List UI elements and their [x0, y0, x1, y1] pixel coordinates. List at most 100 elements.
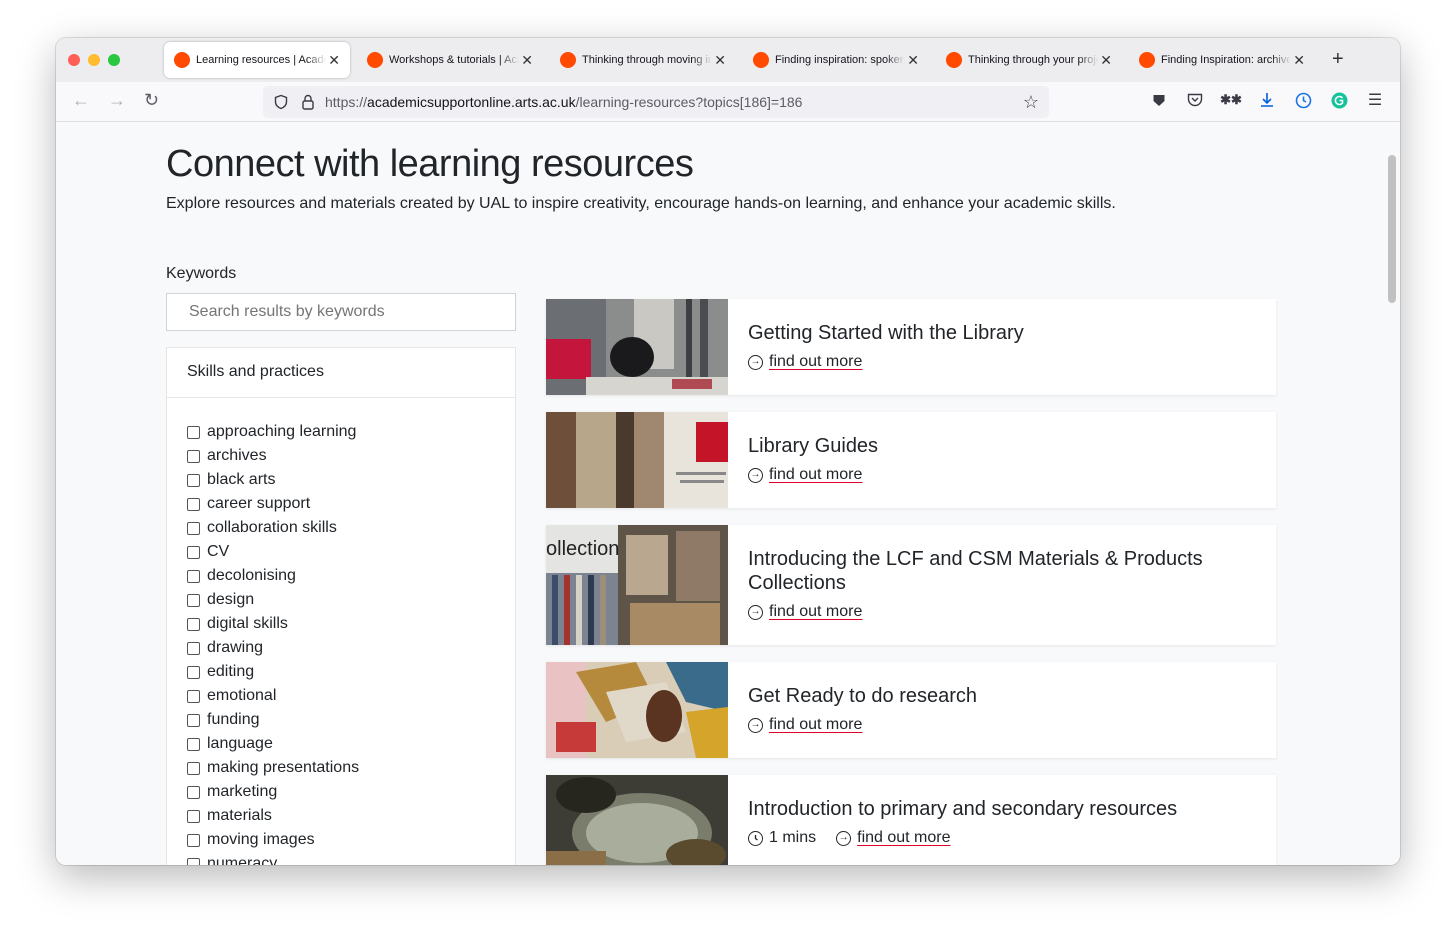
- tab-moving-images[interactable]: Thinking through moving images ✕: [550, 42, 736, 78]
- filter-option[interactable]: decolonising: [187, 564, 495, 588]
- filter-checkbox[interactable]: [187, 857, 200, 865]
- resource-card[interactable]: Getting Started with the Library → find …: [546, 299, 1276, 395]
- minimize-window-button[interactable]: [88, 54, 100, 66]
- find-out-more-link[interactable]: find out more: [769, 353, 862, 371]
- resource-card[interactable]: Introduction to primary and secondary re…: [546, 775, 1276, 865]
- filter-checkbox[interactable]: [187, 569, 200, 583]
- keyword-search-input[interactable]: [166, 293, 516, 331]
- filter-option[interactable]: editing: [187, 660, 495, 684]
- keywords-label: Keywords: [166, 265, 237, 282]
- favicon-icon: [174, 52, 190, 68]
- clock-extension-icon[interactable]: [1294, 91, 1312, 109]
- page-intro: Explore resources and materials created …: [166, 195, 1116, 212]
- filter-checkbox[interactable]: [187, 785, 200, 799]
- filter-option[interactable]: moving images: [187, 828, 495, 852]
- duration: 1 mins: [748, 829, 816, 847]
- filter-option[interactable]: materials: [187, 804, 495, 828]
- page-content: Connect with learning resources Explore …: [56, 123, 1400, 865]
- filter-checkbox[interactable]: [187, 665, 200, 679]
- filter-checkbox[interactable]: [187, 809, 200, 823]
- close-tab-icon[interactable]: ✕: [907, 52, 919, 69]
- tab-workshops[interactable]: Workshops & tutorials | Academic Support…: [357, 42, 543, 78]
- download-icon[interactable]: [1258, 91, 1276, 109]
- new-tab-icon[interactable]: +: [1332, 48, 1344, 71]
- tab-project[interactable]: Thinking through your project ✕: [936, 42, 1122, 78]
- resource-card[interactable]: Get Ready to do research → find out more: [546, 662, 1276, 758]
- url-host: academicsupportonline.arts.ac.uk: [367, 94, 576, 110]
- filter-checkbox[interactable]: [187, 833, 200, 847]
- address-bar[interactable]: https://academicsupportonline.arts.ac.uk…: [263, 86, 1049, 118]
- find-out-more-link[interactable]: find out more: [857, 829, 950, 847]
- filter-checkbox[interactable]: [187, 449, 200, 463]
- resource-card[interactable]: ollection Introducing the LCF and CSM Ma…: [546, 525, 1276, 645]
- filter-checkbox[interactable]: [187, 425, 200, 439]
- close-tab-icon[interactable]: ✕: [1293, 52, 1305, 69]
- zoom-window-button[interactable]: [108, 54, 120, 66]
- card-meta: → find out more: [748, 603, 1216, 621]
- filter-label: drawing: [207, 639, 264, 656]
- card-body: Introduction to primary and secondary re…: [748, 797, 1216, 847]
- filter-option[interactable]: marketing: [187, 780, 495, 804]
- find-out-more-link[interactable]: find out more: [769, 466, 862, 484]
- forward-arrow-icon[interactable]: →: [108, 90, 126, 111]
- thumbnail-sign-text: ollection: [546, 538, 619, 560]
- filter-option[interactable]: funding: [187, 708, 495, 732]
- grammarly-icon[interactable]: [1330, 91, 1348, 109]
- back-arrow-icon[interactable]: ←: [72, 90, 90, 111]
- menu-hamburger-icon[interactable]: ☰: [1366, 91, 1384, 109]
- tab-spoken-word[interactable]: Finding inspiration: spoken word ✕: [743, 42, 929, 78]
- shield-icon[interactable]: [273, 94, 289, 110]
- filter-checkbox[interactable]: [187, 521, 200, 535]
- filter-option[interactable]: approaching learning: [187, 420, 495, 444]
- card-body: Get Ready to do research → find out more: [748, 684, 1216, 734]
- close-tab-icon[interactable]: ✕: [521, 52, 533, 69]
- close-tab-icon[interactable]: ✕: [1100, 52, 1112, 69]
- find-out-more-link[interactable]: find out more: [769, 716, 862, 734]
- filter-option[interactable]: making presentations: [187, 756, 495, 780]
- close-window-button[interactable]: [68, 54, 80, 66]
- lock-icon[interactable]: [301, 94, 315, 110]
- filter-option[interactable]: career support: [187, 492, 495, 516]
- close-tab-icon[interactable]: ✕: [328, 52, 340, 69]
- filter-checkbox[interactable]: [187, 593, 200, 607]
- filter-label: archives: [207, 447, 267, 464]
- resource-title: Getting Started with the Library: [748, 322, 1024, 344]
- filter-option[interactable]: language: [187, 732, 495, 756]
- filter-option[interactable]: emotional: [187, 684, 495, 708]
- filter-checkbox[interactable]: [187, 761, 200, 775]
- filter-option[interactable]: archives: [187, 444, 495, 468]
- filter-checkbox[interactable]: [187, 545, 200, 559]
- extension-dots-icon[interactable]: ✱✱: [1220, 91, 1242, 109]
- filter-label: collaboration skills: [207, 519, 337, 536]
- pocket-icon[interactable]: [1186, 91, 1204, 109]
- filter-label: moving images: [207, 831, 315, 848]
- filter-checkbox[interactable]: [187, 689, 200, 703]
- filter-checkbox[interactable]: [187, 617, 200, 631]
- filter-checkbox[interactable]: [187, 641, 200, 655]
- tab-archives[interactable]: Finding Inspiration: archives ✕: [1129, 42, 1315, 78]
- find-out-more-link[interactable]: find out more: [769, 603, 862, 621]
- filter-option[interactable]: drawing: [187, 636, 495, 660]
- page-scrollbar[interactable]: [1388, 155, 1396, 303]
- tab-title: Thinking through moving images: [582, 54, 712, 66]
- filter-option[interactable]: digital skills: [187, 612, 495, 636]
- tab-learning-resources[interactable]: Learning resources | Academic Support On…: [164, 42, 350, 78]
- filter-checkbox[interactable]: [187, 473, 200, 487]
- filter-option[interactable]: collaboration skills: [187, 516, 495, 540]
- filter-checkbox[interactable]: [187, 497, 200, 511]
- card-meta: → find out more: [748, 716, 1216, 734]
- filter-option[interactable]: CV: [187, 540, 495, 564]
- reload-icon[interactable]: ↻: [144, 90, 159, 111]
- extension-shield-icon[interactable]: [1150, 91, 1168, 109]
- filter-label: career support: [207, 495, 311, 512]
- bookmark-star-icon[interactable]: ☆: [1023, 92, 1039, 113]
- close-tab-icon[interactable]: ✕: [714, 52, 726, 69]
- filter-option[interactable]: design: [187, 588, 495, 612]
- filter-option[interactable]: numeracy: [187, 852, 495, 865]
- filter-checkbox[interactable]: [187, 713, 200, 727]
- resource-card[interactable]: Library Guides → find out more: [546, 412, 1276, 508]
- page-title: Connect with learning resources: [166, 143, 694, 185]
- url-path: /learning-resources?topics[186]=186: [575, 94, 803, 110]
- filter-checkbox[interactable]: [187, 737, 200, 751]
- filter-option[interactable]: black arts: [187, 468, 495, 492]
